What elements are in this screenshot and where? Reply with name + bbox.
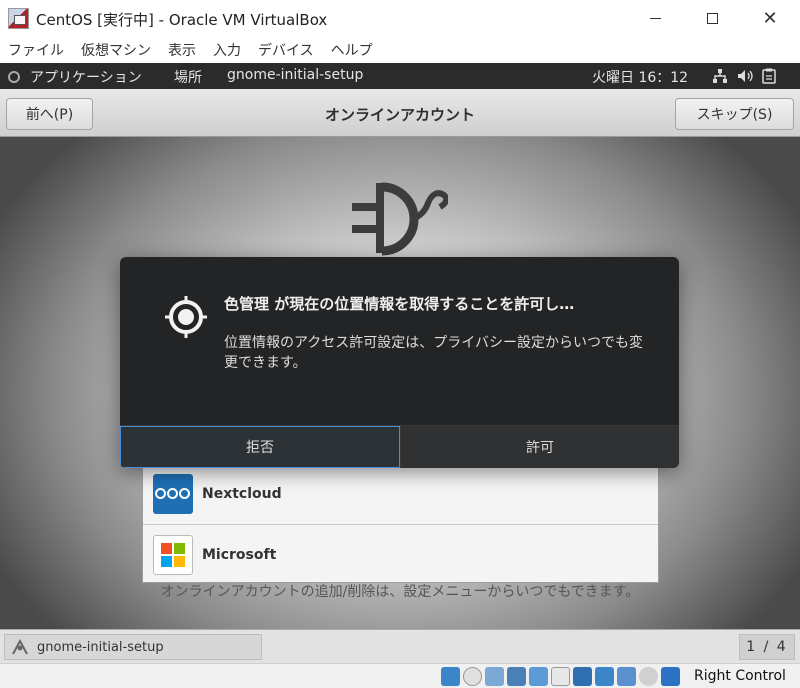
maximize-icon xyxy=(706,12,718,24)
menu-file[interactable]: ファイル xyxy=(8,40,64,60)
location-permission-dialog: 色管理 が現在の位置情報を取得することを許可し… 位置情報のアクセス許可設定は、… xyxy=(120,257,679,468)
clock[interactable]: 火曜日 16：12 xyxy=(592,67,688,87)
footer-note: オンラインアカウントの追加/削除は、設定メニューからいつでもできます。 xyxy=(160,584,640,600)
dialog-buttons: 拒否 許可 xyxy=(120,425,679,468)
deny-button[interactable]: 拒否 xyxy=(120,426,400,468)
optical-drive-icon[interactable] xyxy=(463,667,482,686)
menu-input[interactable]: 入力 xyxy=(213,40,241,60)
menu-view[interactable]: 表示 xyxy=(168,40,196,60)
vt-x-icon[interactable] xyxy=(617,667,636,686)
gnome-bottom-bar: gnome-initial-setup 1 / 4 xyxy=(0,629,800,663)
menu-help[interactable]: ヘルプ xyxy=(331,40,373,60)
network-icon xyxy=(713,69,727,83)
host-menubar: ファイル 仮想マシン 表示 入力 デバイス ヘルプ xyxy=(0,37,800,63)
close-icon: ✕ xyxy=(762,7,778,29)
hard-disk-icon[interactable] xyxy=(441,667,460,686)
gnome-top-bar: アプリケーション 場所 gnome-initial-setup 火曜日 16：1… xyxy=(0,63,800,89)
applications-menu[interactable]: アプリケーション xyxy=(8,67,142,87)
skip-button[interactable]: スキップ(S) xyxy=(675,98,794,130)
setup-headerbar: 前へ(P) オンラインアカウント スキップ(S) xyxy=(0,89,800,137)
list-item[interactable]: Microsoft xyxy=(143,524,658,584)
audio-icon[interactable] xyxy=(485,667,504,686)
applications-icon xyxy=(8,71,20,83)
virtualbox-logo-icon xyxy=(8,8,29,29)
window-titlebar: CentOS [実行中] - Oracle VM VirtualBox ✕ xyxy=(0,0,800,37)
close-button[interactable]: ✕ xyxy=(747,4,793,32)
nextcloud-icon xyxy=(153,474,193,514)
location-icon xyxy=(165,296,207,338)
video-capture-icon[interactable] xyxy=(595,667,614,686)
maximize-button[interactable] xyxy=(689,4,735,32)
network-adapter-icon[interactable] xyxy=(507,667,526,686)
taskbar-item-label: gnome-initial-setup xyxy=(37,639,164,655)
list-item[interactable]: Nextcloud xyxy=(143,464,658,524)
dialog-title: 色管理 が現在の位置情報を取得することを許可し… xyxy=(224,295,575,313)
taskbar-item[interactable]: gnome-initial-setup xyxy=(4,634,262,660)
system-status-area[interactable] xyxy=(712,68,776,84)
menu-machine[interactable]: 仮想マシン xyxy=(81,40,151,60)
account-name: Nextcloud xyxy=(202,486,282,502)
microsoft-icon xyxy=(153,534,193,575)
usb-icon[interactable] xyxy=(529,667,548,686)
device-indicators xyxy=(441,667,680,686)
menu-devices[interactable]: デバイス xyxy=(258,40,314,60)
keyboard-capture-icon[interactable] xyxy=(661,667,680,686)
window-title: CentOS [実行中] - Oracle VM VirtualBox xyxy=(36,11,328,29)
workspace-indicator[interactable]: 1 / 4 xyxy=(739,634,795,660)
host-statusbar: Right Control xyxy=(0,663,800,688)
display-icon[interactable] xyxy=(573,667,592,686)
app-menu[interactable]: gnome-initial-setup xyxy=(227,67,363,83)
online-accounts-logo-icon xyxy=(352,182,448,256)
clipboard-icon xyxy=(762,68,776,84)
places-menu[interactable]: 場所 xyxy=(174,67,202,87)
guest-screen: アプリケーション 場所 gnome-initial-setup 火曜日 16：1… xyxy=(0,63,800,663)
app-icon xyxy=(12,638,28,655)
volume-icon xyxy=(738,70,753,82)
shared-folder-icon[interactable] xyxy=(551,667,570,686)
account-name: Microsoft xyxy=(202,546,277,563)
accounts-list: Nextcloud Microsoft xyxy=(142,463,659,583)
allow-button[interactable]: 許可 xyxy=(400,426,679,468)
minimize-icon xyxy=(649,17,661,19)
dialog-body: 位置情報のアクセス許可設定は、プライバシー設定からいつでも変更できます。 xyxy=(224,335,644,371)
host-key-label: Right Control xyxy=(694,668,786,684)
applications-label: アプリケーション xyxy=(30,70,142,86)
minimize-button[interactable] xyxy=(632,4,678,32)
mouse-integration-icon[interactable] xyxy=(639,667,658,686)
